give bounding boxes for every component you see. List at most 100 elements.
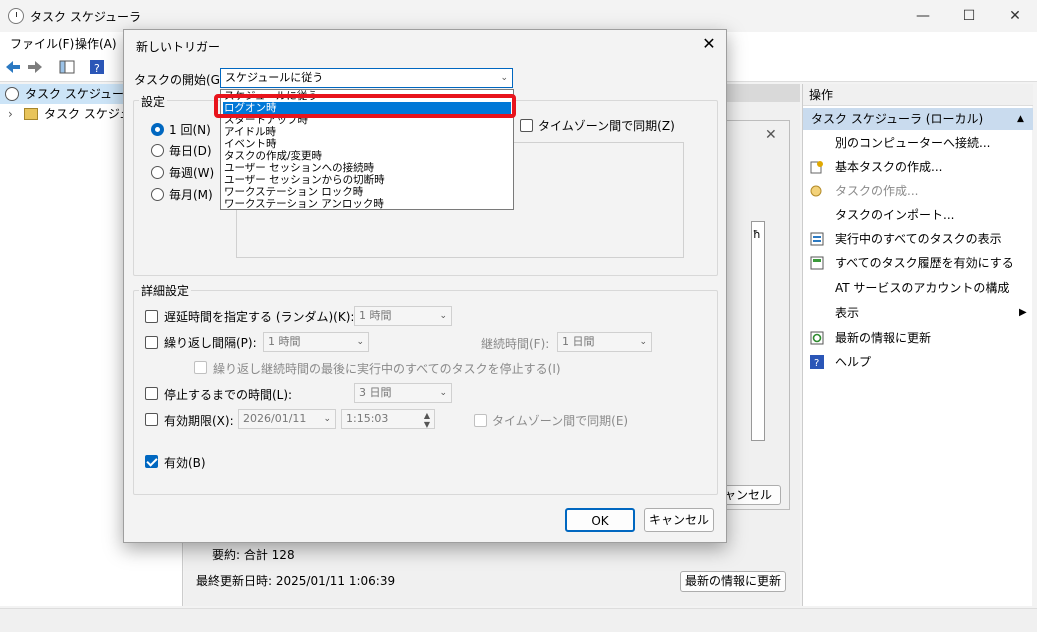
basic-task-icon [810,161,823,174]
back-arrow-icon[interactable] [4,58,22,76]
timezone-sync-checkbox[interactable] [520,119,533,132]
action-help[interactable]: ? ヘルプ [803,350,1033,374]
actions-section-header[interactable]: タスク スケジューラ (ローカル) ▲ [803,108,1033,130]
begin-task-combo[interactable]: スケジュールに従う ⌄ [220,68,513,88]
expire-time-spinner[interactable]: 1:15:03 ▲ ▼ [341,409,435,429]
action-label: タスクのインポート... [835,208,955,222]
help-icon: ? [810,355,824,369]
close-window-button[interactable]: ✕ [992,0,1037,32]
console-tree-icon[interactable] [58,58,76,76]
action-running-tasks[interactable]: 実行中のすべてのタスクの表示 [803,227,1033,251]
action-at-service[interactable]: AT サービスのアカウントの構成 [803,276,1033,300]
refresh-button[interactable]: 最新の情報に更新 [680,571,786,592]
chevron-down-icon: ⌄ [356,337,364,347]
repeat-checkbox[interactable] [145,336,158,349]
close-icon: ✕ [765,127,777,143]
expire-date-picker[interactable]: 2026/01/11 ⌄ [238,409,336,429]
dropdown-item[interactable]: ユーザー セッションからの切断時 [223,174,511,186]
actions-section-title: タスク スケジューラ (ローカル) [811,112,984,126]
expire-label: 有効期限(X): [164,414,234,428]
action-label: 最新の情報に更新 [835,331,932,345]
action-refresh[interactable]: 最新の情報に更新 [803,326,1033,350]
dropdown-item[interactable]: ユーザー セッションへの接続時 [223,162,511,174]
radio-once-label: 1 回(N) [169,123,211,137]
ok-button[interactable]: OK [565,508,635,532]
dropdown-item[interactable]: イベント時 [223,138,511,150]
folder-icon [24,108,38,120]
action-label: タスクの作成... [835,184,919,198]
stop-all-checkbox[interactable] [194,361,207,374]
chevron-down-icon: ⌄ [439,388,447,398]
duration-combo[interactable]: 1 日間 ⌄ [557,332,652,352]
annotation-highlight-box [214,94,516,118]
summary-text: 要約: 合計 128 [212,548,295,562]
minimize-button[interactable]: — [900,0,946,32]
stop-after-value: 3 日間 [359,386,392,399]
repeat-label: 繰り返し間隔(P): [164,336,257,350]
action-enable-history[interactable]: すべてのタスク履歴を有効にする [803,251,1033,275]
actions-pane: 操作 タスク スケジューラ (ローカル) ▲ 別のコンピューターへ接続... 基… [802,84,1033,606]
menu-file[interactable]: ファイル(F) [10,35,74,52]
begin-task-label: タスクの開始(G): [134,73,229,87]
svg-text:?: ? [814,358,819,369]
duration-label: 継続時間(F): [481,337,550,351]
advanced-label: 詳細設定 [139,282,192,299]
dropdown-item[interactable]: ワークステーション ロック時 [223,186,511,198]
background-list: ħ [751,221,765,441]
collapse-arrow-icon[interactable]: ▲ [1017,108,1024,130]
action-connect[interactable]: 別のコンピューターへ接続... [803,131,1033,155]
menu-action[interactable]: 操作(A) [75,35,117,52]
radio-monthly-label: 毎月(M) [169,188,213,202]
action-label: 表示 [835,306,860,320]
clock-icon [8,8,24,24]
delay-value: 1 時間 [359,309,392,322]
expire-timezone-checkbox[interactable] [474,414,487,427]
duration-value: 1 日間 [562,335,595,348]
settings-label: 設定 [139,93,168,110]
help-toolbar-icon[interactable]: ? [88,58,106,76]
action-basic-task[interactable]: 基本タスクの作成... [803,155,1033,179]
maximize-button[interactable]: ☐ [946,0,992,32]
chevron-down-icon: ⌄ [323,414,331,424]
cancel-button[interactable]: キャンセル [644,508,714,532]
dropdown-item[interactable]: アイドル時 [223,126,511,138]
begin-task-value: スケジュールに従う [225,71,324,84]
radio-daily[interactable] [151,144,164,157]
repeat-combo[interactable]: 1 時間 ⌄ [263,332,369,352]
expire-date-value: 2026/01/11 [243,412,307,425]
chevron-down-icon: ⌄ [439,311,447,321]
column-char: ħ [753,228,761,241]
title-bar: タスク スケジューラ — ☐ ✕ [0,0,1037,32]
refresh-icon [810,331,824,345]
delay-label: 遅延時間を指定する (ランダム)(K): [164,310,355,324]
action-label: 基本タスクの作成... [835,160,943,174]
stop-after-combo[interactable]: 3 日間 ⌄ [354,383,452,403]
enabled-label: 有効(B) [164,456,206,470]
spinner-arrows-icon[interactable]: ▲ ▼ [424,411,430,429]
action-create-task[interactable]: タスクの作成... [803,179,1033,203]
stop-all-label: 繰り返し継続時間の最後に実行中のすべてのタスクを停止する(I) [213,362,561,376]
delay-combo[interactable]: 1 時間 ⌄ [354,306,452,326]
dialog-title: 新しいトリガー [136,40,221,54]
radio-monthly[interactable] [151,188,164,201]
action-import[interactable]: タスクのインポート... [803,203,1033,227]
dropdown-item[interactable]: タスクの作成/変更時 [223,150,511,162]
forward-arrow-icon[interactable] [26,58,44,76]
action-label: 実行中のすべてのタスクの表示 [835,232,1002,246]
timezone-sync-label: タイムゾーン間で同期(Z) [538,119,675,133]
action-view[interactable]: 表示 ▶ [803,301,1033,325]
chevron-right-icon[interactable]: › [8,104,13,124]
radio-weekly[interactable] [151,166,164,179]
enabled-checkbox[interactable] [145,455,158,468]
dropdown-item[interactable]: ワークステーション アンロック時 [223,198,511,210]
stop-after-checkbox[interactable] [145,387,158,400]
dialog-close-button[interactable]: ✕ [699,34,719,54]
chevron-down-icon: ⌄ [500,73,508,83]
delay-checkbox[interactable] [145,310,158,323]
expire-checkbox[interactable] [145,413,158,426]
submenu-arrow-icon: ▶ [1019,307,1027,318]
radio-once[interactable] [151,123,164,136]
svg-text:?: ? [94,62,100,75]
app-title: タスク スケジューラ [30,10,141,24]
status-bar [0,608,1037,632]
